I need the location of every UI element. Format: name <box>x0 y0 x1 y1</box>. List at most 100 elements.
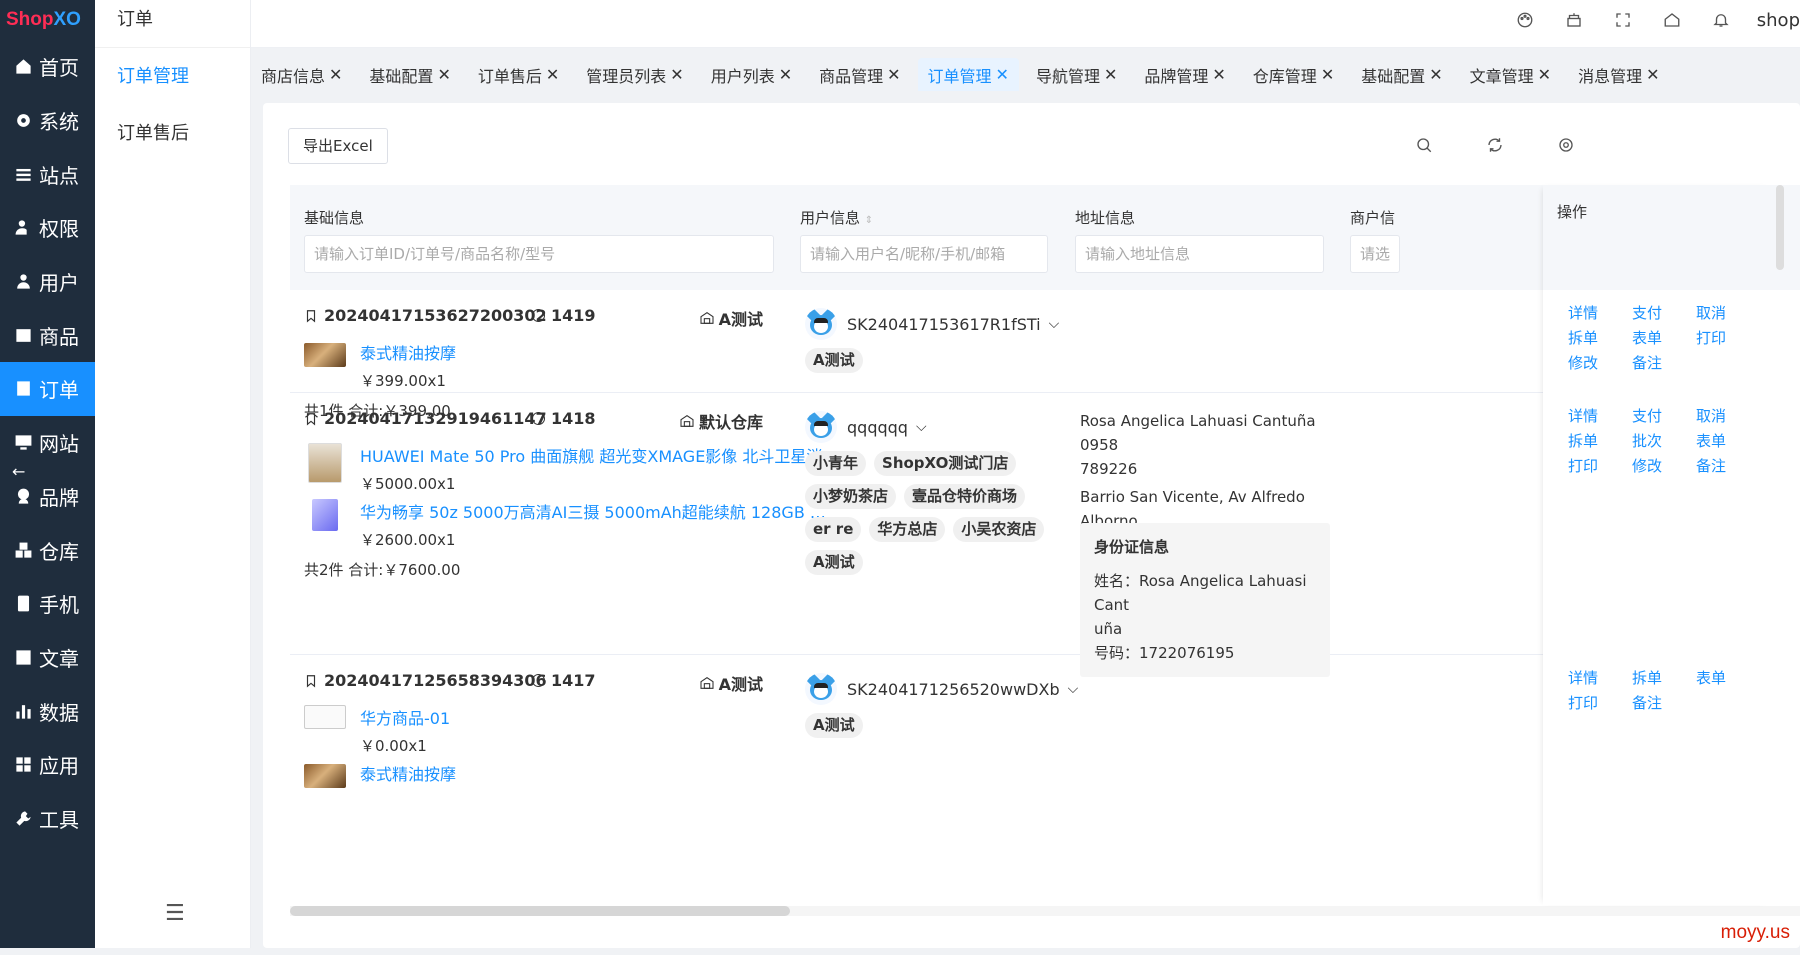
nav-item-5[interactable]: 商品 <box>0 308 95 362</box>
close-icon[interactable]: ✕ <box>1104 65 1117 84</box>
close-icon[interactable]: ✕ <box>996 65 1009 84</box>
action-link-拆单[interactable]: 拆单 <box>1632 667 1696 690</box>
action-link-拆单[interactable]: 拆单 <box>1568 327 1632 350</box>
nav-item-10[interactable]: 手机 <box>0 577 95 631</box>
action-link-备注[interactable]: 备注 <box>1696 455 1760 478</box>
goods-name-link[interactable]: 泰式精油按摩 <box>360 340 456 364</box>
user-filter-input[interactable]: 请输入用户名/昵称/手机/邮箱 <box>800 235 1048 273</box>
order-number[interactable]: 20240417132919461147 <box>304 409 547 428</box>
close-icon[interactable]: ✕ <box>1212 65 1225 84</box>
action-link-详情[interactable]: 详情 <box>1568 302 1632 325</box>
tab-12[interactable]: 消息管理 ✕ <box>1568 58 1669 91</box>
shopxo-logo[interactable]: Shop XO <box>0 0 95 40</box>
close-icon[interactable]: ✕ <box>1538 65 1551 84</box>
action-link-修改[interactable]: 修改 <box>1568 352 1632 375</box>
user-info[interactable]: SK240417153617R1fSTi ⌵ <box>805 308 1059 340</box>
action-link-表单[interactable]: 表单 <box>1696 667 1760 690</box>
action-link-批次[interactable]: 批次 <box>1632 430 1696 453</box>
nav-item-12[interactable]: 数据 <box>0 684 95 738</box>
close-icon[interactable]: ✕ <box>546 65 559 84</box>
action-link-表单[interactable]: 表单 <box>1632 327 1696 350</box>
goods-name-link[interactable]: HUAWEI Mate 50 Pro 曲面旗舰 超光变XMAGE影像 北斗卫星消… <box>360 443 840 467</box>
goods-thumbnail[interactable] <box>304 764 346 788</box>
settings-icon[interactable] <box>1557 136 1577 156</box>
fold-menu-icon[interactable]: ☰ <box>165 901 185 926</box>
chevron-down-icon[interactable]: ⌵ <box>1049 316 1060 332</box>
tab-7[interactable]: 导航管理 ✕ <box>1026 58 1127 91</box>
close-icon[interactable]: ✕ <box>779 65 792 84</box>
order-number[interactable]: 20240417153627200302 <box>304 306 547 325</box>
tab-1[interactable]: 基础配置 ✕ <box>359 58 460 91</box>
tab-6[interactable]: 订单管理 ✕ <box>917 58 1019 91</box>
chevron-down-icon[interactable]: ⌵ <box>1068 681 1079 697</box>
sort-icon[interactable]: ⇕ <box>865 215 873 226</box>
nav-item-2[interactable]: 站点 <box>0 147 95 201</box>
goods-name-link[interactable]: 华为畅享 50z 5000万高清AI三摄 5000mAh超能续航 128GB 宝… <box>360 499 840 523</box>
action-link-备注[interactable]: 备注 <box>1632 352 1696 375</box>
sub-item-order-aftersale[interactable]: 订单售后 <box>95 105 250 162</box>
basic-filter-input[interactable]: 请输入订单ID/订单号/商品名称/型号 <box>304 235 774 273</box>
goods-thumbnail[interactable] <box>304 705 346 729</box>
nav-item-1[interactable]: 系统 <box>0 94 95 148</box>
action-link-拆单[interactable]: 拆单 <box>1568 430 1632 453</box>
action-link-详情[interactable]: 详情 <box>1568 405 1632 428</box>
action-link-打印[interactable]: 打印 <box>1696 327 1760 350</box>
goods-thumbnail[interactable] <box>304 343 346 367</box>
export-excel-button[interactable]: 导出Excel <box>288 128 388 164</box>
horizontal-scrollbar[interactable] <box>290 906 1800 916</box>
nav-item-9[interactable]: 仓库 <box>0 523 95 577</box>
horizontal-scroll-thumb[interactable] <box>290 906 790 916</box>
tab-4[interactable]: 用户列表 ✕ <box>701 58 802 91</box>
merchant-filter-input[interactable]: 请选 <box>1350 235 1400 273</box>
goods-name-link[interactable]: 华方商品-01 <box>360 705 450 729</box>
close-icon[interactable]: ✕ <box>670 65 683 84</box>
action-link-取消[interactable]: 取消 <box>1696 405 1760 428</box>
refresh-icon[interactable] <box>1486 136 1506 156</box>
tab-10[interactable]: 基础配置 ✕ <box>1351 58 1452 91</box>
vertical-scrollbar[interactable] <box>1776 185 1786 905</box>
home-icon[interactable] <box>1655 3 1689 37</box>
search-icon[interactable] <box>1415 136 1435 156</box>
action-link-修改[interactable]: 修改 <box>1632 455 1696 478</box>
action-link-支付[interactable]: 支付 <box>1632 302 1696 325</box>
tab-11[interactable]: 文章管理 ✕ <box>1460 58 1561 91</box>
order-number[interactable]: 20240417125658394306 <box>304 671 547 690</box>
user-name[interactable]: shop <box>1757 10 1800 31</box>
close-icon[interactable]: ✕ <box>1429 65 1442 84</box>
user-info[interactable]: SK2404171256520wwDXb ⌵ <box>805 673 1078 705</box>
tab-8[interactable]: 品牌管理 ✕ <box>1134 58 1235 91</box>
goods-name-link[interactable]: 泰式精油按摩 <box>360 761 456 785</box>
col-user-info[interactable]: 用户信息 ⇕ <box>800 207 873 228</box>
close-icon[interactable]: ✕ <box>887 65 900 84</box>
fullscreen-icon[interactable] <box>1606 3 1640 37</box>
goods-thumbnail[interactable] <box>308 443 342 483</box>
collapse-arrow-icon[interactable]: ← <box>12 462 25 481</box>
store-icon[interactable] <box>1557 3 1591 37</box>
tab-5[interactable]: 商品管理 ✕ <box>809 58 910 91</box>
action-link-打印[interactable]: 打印 <box>1568 692 1632 715</box>
action-link-取消[interactable]: 取消 <box>1696 302 1760 325</box>
action-link-打印[interactable]: 打印 <box>1568 455 1632 478</box>
action-link-表单[interactable]: 表单 <box>1696 430 1760 453</box>
nav-item-11[interactable]: 文章 <box>0 631 95 685</box>
tab-0[interactable]: 商店信息 ✕ <box>251 58 352 91</box>
goods-thumbnail[interactable] <box>312 499 338 531</box>
vertical-scroll-thumb[interactable] <box>1776 185 1784 270</box>
tab-2[interactable]: 订单售后 ✕ <box>468 58 569 91</box>
action-link-支付[interactable]: 支付 <box>1632 405 1696 428</box>
user-info[interactable]: qqqqqq ⌵ <box>805 411 927 443</box>
nav-item-13[interactable]: 应用 <box>0 738 95 792</box>
address-filter-input[interactable]: 请输入地址信息 <box>1075 235 1324 273</box>
sub-item-order-management[interactable]: 订单管理 <box>95 48 250 105</box>
close-icon[interactable]: ✕ <box>329 65 342 84</box>
bell-icon[interactable] <box>1704 3 1738 37</box>
tab-3[interactable]: 管理员列表 ✕ <box>576 58 693 91</box>
nav-item-0[interactable]: 首页 <box>0 40 95 94</box>
theme-palette-icon[interactable] <box>1508 3 1542 37</box>
action-link-详情[interactable]: 详情 <box>1568 667 1632 690</box>
action-link-备注[interactable]: 备注 <box>1632 692 1696 715</box>
nav-item-6[interactable]: 订单 <box>0 362 95 416</box>
nav-item-4[interactable]: 用户 <box>0 255 95 309</box>
close-icon[interactable]: ✕ <box>1321 65 1334 84</box>
tab-9[interactable]: 仓库管理 ✕ <box>1243 58 1344 91</box>
